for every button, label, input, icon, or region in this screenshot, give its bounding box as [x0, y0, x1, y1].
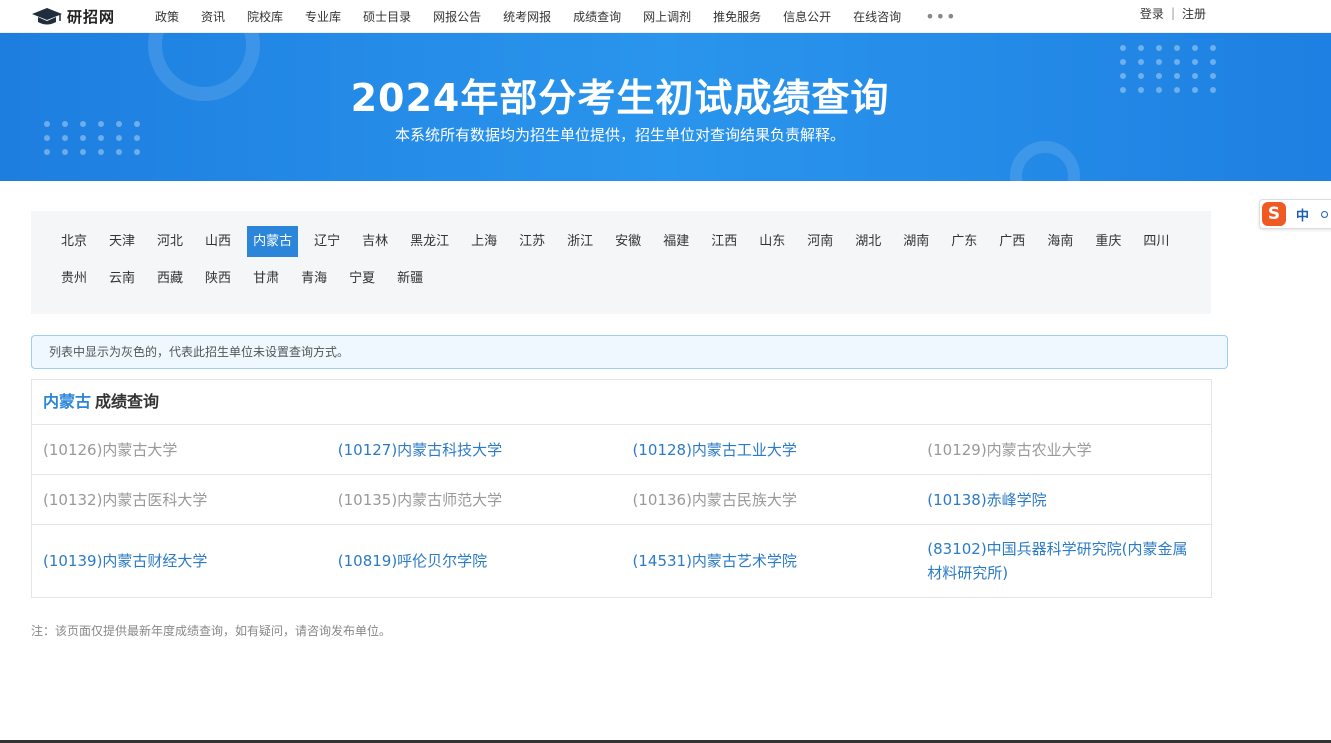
province-tab[interactable]: 贵州 [55, 263, 93, 294]
province-tab[interactable]: 辽宁 [308, 226, 346, 257]
more-dots-icon[interactable]: ••• [925, 7, 956, 26]
results-heading: 内蒙古 成绩查询 [32, 380, 1211, 425]
province-tab[interactable]: 湖南 [897, 226, 935, 257]
banner-ring-decoration [1010, 141, 1080, 181]
school-link[interactable]: (10128)内蒙古工业大学 [622, 425, 917, 474]
province-tab[interactable]: 北京 [55, 226, 93, 257]
province-tab[interactable]: 海南 [1041, 226, 1079, 257]
province-tab[interactable]: 上海 [465, 226, 503, 257]
school-disabled: (10135)内蒙古师范大学 [337, 490, 503, 509]
province-tab[interactable]: 陕西 [199, 263, 237, 294]
school-link[interactable]: (83102)中国兵器科学研究院(内蒙金属材料研究所) [916, 525, 1211, 597]
logo-text: 研招网 [67, 7, 116, 26]
nav-link[interactable]: 资讯 [201, 8, 225, 25]
province-tab[interactable]: 安徽 [609, 226, 647, 257]
ime-punctuation-icon[interactable] [1321, 210, 1329, 218]
top-navbar: 研招网 政策 资讯 院校库 专业库 硕士目录 网报公告 统考网报 成绩查询 网上调剂 推免服务 信息… [0, 0, 1331, 33]
nav-link[interactable]: 专业库 [305, 8, 341, 25]
province-tab[interactable]: 福建 [657, 226, 695, 257]
auth-links: 登录 | 注册 [1140, 0, 1206, 26]
province-tab[interactable]: 新疆 [391, 263, 429, 294]
province-tab[interactable]: 浙江 [561, 226, 599, 257]
province-tab[interactable]: 广西 [993, 226, 1031, 257]
school-disabled: (10136)内蒙古民族大学 [632, 490, 797, 509]
province-tab[interactable]: 四川 [1137, 226, 1175, 257]
info-notice: 列表中显示为灰色的，代表此招生单位未设置查询方式。 [31, 335, 1228, 369]
province-tab[interactable]: 宁夏 [343, 263, 381, 294]
province-tab[interactable]: 广东 [945, 226, 983, 257]
page-subtitle: 本系统所有数据均为招生单位提供，招生单位对查询结果负责解释。 [394, 126, 845, 144]
province-tab[interactable]: 江西 [705, 226, 743, 257]
province-tab[interactable]: 甘肃 [247, 263, 285, 294]
results-heading-label: 成绩查询 [95, 392, 160, 411]
school-link[interactable]: (10819)呼伦贝尔学院 [327, 525, 622, 597]
footnote: 注：该页面仅提供最新年度成绩查询，如有疑问，请咨询发布单位。 [31, 624, 392, 638]
login-link[interactable]: 登录 [1140, 5, 1164, 22]
table-row: (10132)内蒙古医科大学 (10135)内蒙古师范大学 (10136)内蒙古民族… [32, 475, 1211, 525]
province-selector: 北京 天津 河北 山西 内蒙古 辽宁 吉林 黑龙江 上海 江苏 浙江 安徽 福建 江西 山东 河南 湖北 湖南 广东… [31, 211, 1211, 314]
province-tab[interactable]: 内蒙古 [247, 226, 299, 257]
nav-link[interactable]: 政策 [155, 8, 179, 25]
hero-banner: 2024年部分考生初试成绩查询 本系统所有数据均为招生单位提供，招生单位对查询结… [0, 33, 1331, 181]
school-link[interactable]: (14531)内蒙古艺术学院 [622, 525, 917, 597]
province-tab[interactable]: 河南 [801, 226, 839, 257]
school-disabled: (10129)内蒙古农业大学 [927, 440, 1092, 459]
province-tab[interactable]: 江苏 [513, 226, 551, 257]
register-link[interactable]: 注册 [1182, 5, 1206, 22]
table-row: (10126)内蒙古大学 (10127)内蒙古科技大学 (10128)内蒙古工业大学… [32, 425, 1211, 475]
nav-link[interactable]: 推免服务 [713, 8, 761, 25]
province-tab[interactable]: 青海 [295, 263, 333, 294]
province-tab[interactable]: 河北 [151, 226, 189, 257]
main-nav: 政策 资讯 院校库 专业库 硕士目录 网报公告 统考网报 成绩查询 网上调剂 推免服务 信息公开 在线… [144, 0, 957, 32]
province-tab[interactable]: 天津 [103, 226, 141, 257]
nav-link[interactable]: 网报公告 [433, 8, 481, 25]
nav-link[interactable]: 硕士目录 [363, 8, 411, 25]
site-logo[interactable]: 研招网 [31, 3, 115, 29]
ime-mode-label[interactable]: 中 [1296, 205, 1309, 224]
selected-province-name: 内蒙古 [43, 392, 92, 411]
nav-link[interactable]: 信息公开 [783, 8, 831, 25]
nav-link[interactable]: 院校库 [247, 8, 283, 25]
province-tab[interactable]: 山西 [199, 226, 237, 257]
province-row: 贵州 云南 西藏 陕西 甘肃 青海 宁夏 新疆 [55, 263, 439, 294]
school-link[interactable]: (10127)内蒙古科技大学 [327, 425, 622, 474]
sogou-ime-icon[interactable]: S [1262, 202, 1286, 226]
auth-separator: | [1170, 6, 1175, 20]
nav-link[interactable]: 在线咨询 [853, 8, 901, 25]
province-tab[interactable]: 西藏 [151, 263, 189, 294]
nav-link[interactable]: 网上调剂 [643, 8, 691, 25]
province-tab[interactable]: 吉林 [356, 226, 394, 257]
province-tab[interactable]: 黑龙江 [404, 226, 455, 257]
nav-link[interactable]: 统考网报 [503, 8, 551, 25]
school-disabled: (10126)内蒙古大学 [43, 440, 178, 459]
page-title: 2024年部分考生初试成绩查询 [350, 76, 890, 120]
graduation-cap-icon [32, 8, 62, 25]
province-tab[interactable]: 重庆 [1089, 226, 1127, 257]
school-link[interactable]: (10138)赤峰学院 [916, 475, 1211, 524]
nav-link[interactable]: 成绩查询 [573, 8, 621, 25]
province-row: 北京 天津 河北 山西 内蒙古 辽宁 吉林 黑龙江 上海 江苏 浙江 安徽 福建 江西 山东 河南 湖北 湖南 广东… [55, 226, 1185, 257]
ime-toolbar[interactable]: S 中 [1259, 199, 1331, 229]
province-tab[interactable]: 云南 [103, 263, 141, 294]
table-row: (10139)内蒙古财经大学 (10819)呼伦贝尔学院 (14531)内蒙古艺术学… [32, 525, 1211, 597]
results-table: 内蒙古 成绩查询 (10126)内蒙古大学 (10127)内蒙古科技大学 (10128… [31, 379, 1212, 598]
school-link[interactable]: (10139)内蒙古财经大学 [32, 525, 327, 597]
province-tab[interactable]: 山东 [753, 226, 791, 257]
province-tab[interactable]: 湖北 [849, 226, 887, 257]
school-disabled: (10132)内蒙古医科大学 [43, 490, 208, 509]
results-body: (10126)内蒙古大学 (10127)内蒙古科技大学 (10128)内蒙古工业大学… [32, 425, 1211, 597]
